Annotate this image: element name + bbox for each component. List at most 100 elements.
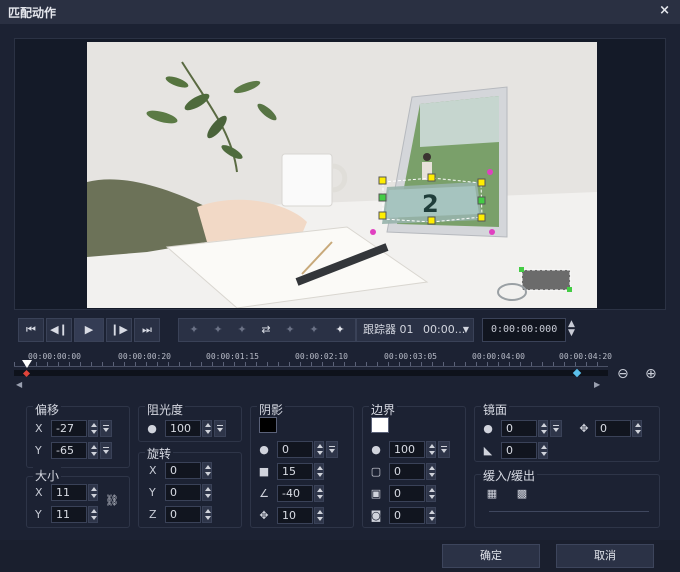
shadow-opacity-stepper-icon[interactable] <box>314 441 324 458</box>
video-frame[interactable]: 2 <box>87 42 597 308</box>
opacity-input[interactable]: 100 <box>165 420 201 437</box>
keyframe-track[interactable] <box>14 370 608 376</box>
opacity-keyframe-icon[interactable] <box>214 420 226 437</box>
size-y-input[interactable]: 11 <box>51 506 87 523</box>
border-inset-input[interactable]: 0 <box>389 507 425 524</box>
video-image: 2 <box>87 42 597 308</box>
border-color-swatch[interactable] <box>371 417 389 433</box>
shadow-angle-input[interactable]: -40 <box>277 485 313 502</box>
ease-in-icon[interactable]: ▦ <box>485 487 499 501</box>
border-opacity-keyframe-icon[interactable] <box>438 441 450 458</box>
add-keyframe-icon[interactable]: ✦ <box>183 319 205 341</box>
tick-label: 00:00:04:00 <box>472 352 525 361</box>
shadow-blur-icon: ■ <box>258 465 270 478</box>
title-bar: 匹配动作 × <box>0 0 680 24</box>
zoom-in-icon[interactable]: ⊕ <box>645 366 657 382</box>
opacity-stepper-icon[interactable] <box>202 420 212 437</box>
tracker-node-icon[interactable]: ✦ <box>231 319 253 341</box>
mirror-fade-input[interactable]: 0 <box>501 442 537 459</box>
rotation-x-stepper-icon[interactable] <box>202 462 212 479</box>
track-next-icon[interactable]: ✦ <box>303 319 325 341</box>
rotation-y-input[interactable]: 0 <box>165 484 201 501</box>
border-inset-stepper-icon[interactable] <box>426 507 436 524</box>
offset-x-label: X <box>35 422 43 435</box>
border-group: 边界 ● 100 ▢ 0 ▣ 0 ◙ 0 <box>362 401 466 528</box>
ease-group: 缓入/缓出 ▦ ▩ <box>474 467 660 528</box>
opacity-label: 阻光度 <box>145 401 186 418</box>
playhead-marker-icon[interactable] <box>22 360 32 368</box>
ease-label: 缓入/缓出 <box>481 467 538 484</box>
shadow-blur-stepper-icon[interactable] <box>314 463 324 480</box>
border-size-input[interactable]: 0 <box>389 485 425 502</box>
timecode-stepper-icon[interactable]: ▲ ▼ <box>568 320 575 338</box>
offset-y-input[interactable]: -65 <box>51 442 87 459</box>
size-y-stepper-icon[interactable] <box>88 506 98 523</box>
offset-x-keyframe-icon[interactable] <box>100 420 112 437</box>
mirror-opacity-keyframe-icon[interactable] <box>550 420 562 437</box>
mirror-fade-stepper-icon[interactable] <box>538 442 548 459</box>
rotation-x-input[interactable]: 0 <box>165 462 201 479</box>
tick-label: 00:00:02:10 <box>295 352 348 361</box>
mirror-opacity-stepper-icon[interactable] <box>538 420 548 437</box>
timecode-field[interactable]: 0:00:00:000 <box>482 318 566 342</box>
border-size-stepper-icon[interactable] <box>426 485 436 502</box>
border-round-input[interactable]: 0 <box>389 463 425 480</box>
size-x-input[interactable]: 11 <box>51 484 87 501</box>
tick-label: 00:00:04:20 <box>559 352 612 361</box>
rotation-y-stepper-icon[interactable] <box>202 484 212 501</box>
offset-y-stepper-icon[interactable] <box>88 442 98 459</box>
size-x-stepper-icon[interactable] <box>88 484 98 501</box>
shadow-color-swatch[interactable] <box>259 417 277 433</box>
rotation-z-input[interactable]: 0 <box>165 506 201 523</box>
offset-x-input[interactable]: -27 <box>51 420 87 437</box>
go-to-end-button[interactable]: ⏭ <box>134 318 160 342</box>
tick-label: 00:00:03:05 <box>384 352 437 361</box>
shadow-distance-stepper-icon[interactable] <box>314 507 324 524</box>
remove-keyframe-icon[interactable]: ✦ <box>207 319 229 341</box>
shadow-angle-stepper-icon[interactable] <box>314 485 324 502</box>
offset-x-stepper-icon[interactable] <box>88 420 98 437</box>
timeline-ruler[interactable]: 00:00:00:00 00:00:00:20 00:00:01:15 00:0… <box>14 352 612 389</box>
offset-y-label: Y <box>35 444 42 457</box>
link-icon[interactable]: ⛓ <box>105 494 119 508</box>
cancel-button[interactable]: 取消 <box>556 544 654 568</box>
previous-frame-button[interactable]: ◀❙ <box>46 318 72 342</box>
rotation-z-stepper-icon[interactable] <box>202 506 212 523</box>
border-label: 边界 <box>369 401 398 418</box>
go-to-start-button[interactable]: ⏮ <box>18 318 44 342</box>
tracker-label: 跟踪器 01 <box>363 323 414 336</box>
shadow-blur-input[interactable]: 15 <box>277 463 313 480</box>
swap-icon[interactable]: ⇄ <box>255 319 277 341</box>
rotation-y-label: Y <box>149 486 156 499</box>
move-icon: ✥ <box>579 422 589 435</box>
border-round-stepper-icon[interactable] <box>426 463 436 480</box>
border-opacity-input[interactable]: 100 <box>389 441 425 458</box>
zoom-out-icon[interactable]: ⊖ <box>617 366 629 382</box>
ease-slider-track[interactable] <box>489 511 649 512</box>
track-prev-icon[interactable]: ✦ <box>279 319 301 341</box>
shadow-distance-input[interactable]: 10 <box>277 507 313 524</box>
ok-button[interactable]: 确定 <box>442 544 540 568</box>
overlay-number: 2 <box>422 190 439 218</box>
tracker-dropdown[interactable]: 跟踪器 01 00:00... ▼ <box>356 318 474 342</box>
mirror-offset-stepper-icon[interactable] <box>632 420 642 437</box>
shadow-opacity-keyframe-icon[interactable] <box>326 441 338 458</box>
scroll-left-icon[interactable]: ◀ <box>16 380 22 389</box>
border-opacity-stepper-icon[interactable] <box>426 441 436 458</box>
mirror-group: 镜面 ● 0 ✥ 0 ◣ 0 <box>474 401 660 462</box>
next-frame-button[interactable]: ❙▶ <box>106 318 132 342</box>
scroll-right-icon[interactable]: ▶ <box>594 380 600 389</box>
offset-y-keyframe-icon[interactable] <box>100 442 112 459</box>
track-settings-icon[interactable]: ✦ <box>329 319 351 341</box>
rotation-z-label: Z <box>149 508 157 521</box>
mirror-offset-input[interactable]: 0 <box>595 420 631 437</box>
close-icon[interactable]: × <box>659 3 670 18</box>
play-button[interactable]: ▶ <box>74 318 104 342</box>
rotation-x-label: X <box>149 464 157 477</box>
tick-label: 00:00:00:00 <box>28 352 81 361</box>
rotation-label: 旋转 <box>145 445 174 462</box>
ease-out-icon[interactable]: ▩ <box>515 487 529 501</box>
size-group: 大小 X 11 Y 11 ⛓ <box>26 467 130 528</box>
shadow-opacity-input[interactable]: 0 <box>277 441 313 458</box>
mirror-opacity-input[interactable]: 0 <box>501 420 537 437</box>
